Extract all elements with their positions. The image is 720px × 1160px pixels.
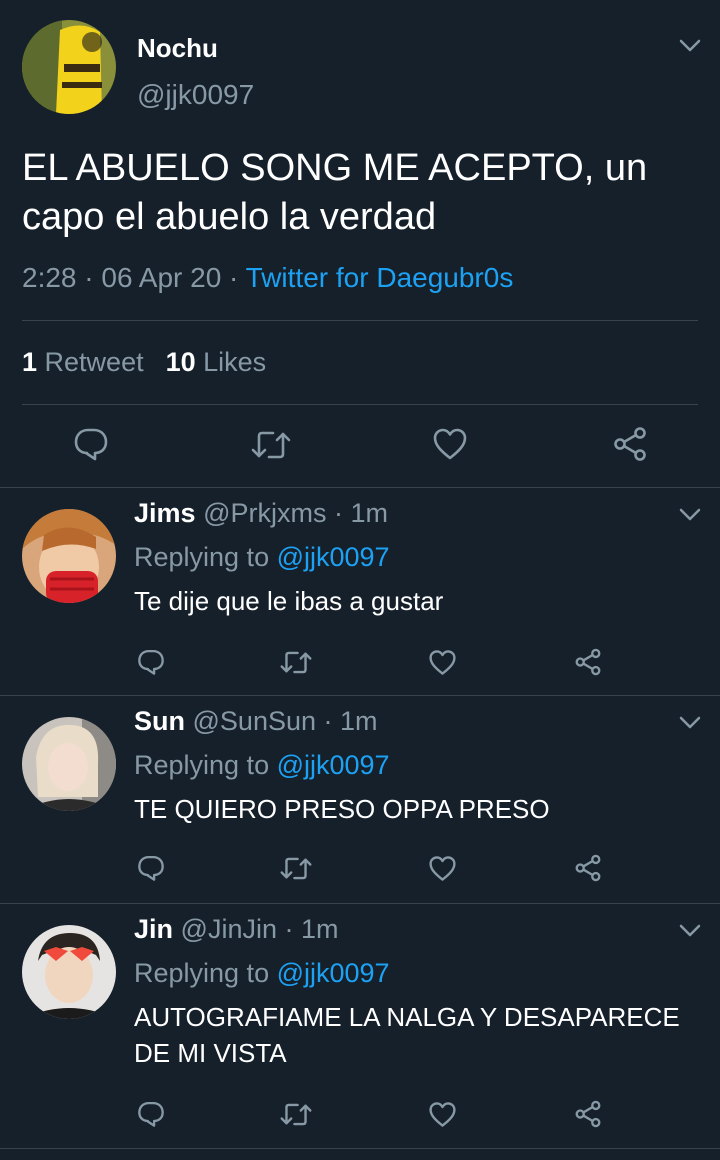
tweet-meta: 2:28 · 06 Apr 20 · Twitter for Daegubr0s bbox=[22, 262, 513, 294]
reply-author-name[interactable]: Sun bbox=[134, 706, 185, 736]
tweet-source-link[interactable]: Twitter for Daegubr0s bbox=[246, 262, 514, 293]
author-handle[interactable]: @jjk0097 bbox=[137, 79, 254, 111]
avatar[interactable] bbox=[22, 925, 116, 1019]
tweet-stats: 1 Retweet 10 Likes bbox=[22, 347, 266, 378]
reply-header: Jin @JinJin · 1m bbox=[134, 914, 339, 945]
tweet-text: EL ABUELO SONG ME ACEPTO, un capo el abu… bbox=[22, 147, 648, 238]
avatar-image bbox=[22, 925, 116, 1019]
reply-time: 1m bbox=[350, 498, 388, 528]
meta-separator: · bbox=[221, 262, 246, 293]
avatar-image bbox=[22, 20, 116, 114]
reply-time: 1m bbox=[340, 706, 378, 736]
divider bbox=[22, 320, 698, 321]
replying-to: Replying to @jjk0097 bbox=[134, 542, 390, 573]
replying-to: Replying to @jjk0097 bbox=[134, 750, 390, 781]
likes-count: 10 bbox=[165, 347, 196, 377]
retweets-stat[interactable]: 1 Retweet bbox=[22, 347, 144, 377]
share-icon[interactable] bbox=[574, 1100, 602, 1128]
share-icon[interactable] bbox=[574, 648, 602, 676]
replying-to-link[interactable]: @jjk0097 bbox=[277, 542, 390, 572]
reply-icon[interactable] bbox=[137, 1100, 165, 1128]
reply-author-name[interactable]: Jims bbox=[134, 498, 196, 528]
retweet-icon[interactable] bbox=[280, 649, 312, 676]
retweet-label: Retweet bbox=[37, 347, 144, 377]
reply-header: Sun @SunSun · 1m bbox=[134, 706, 378, 737]
retweet-icon[interactable] bbox=[280, 855, 312, 882]
like-icon[interactable] bbox=[428, 1101, 457, 1128]
replying-label: Replying to bbox=[134, 542, 277, 572]
retweet-icon[interactable] bbox=[280, 1101, 312, 1128]
share-icon[interactable] bbox=[612, 426, 648, 462]
like-icon[interactable] bbox=[432, 427, 468, 461]
meta-separator: · bbox=[316, 706, 341, 736]
like-icon[interactable] bbox=[428, 855, 457, 882]
tweet-date: 06 Apr 20 bbox=[101, 262, 222, 293]
meta-separator: · bbox=[326, 498, 351, 528]
meta-separator: · bbox=[76, 262, 102, 293]
chevron-down-icon[interactable] bbox=[679, 716, 701, 730]
meta-separator: · bbox=[276, 914, 301, 944]
divider bbox=[22, 404, 698, 405]
retweet-icon[interactable] bbox=[251, 428, 291, 462]
author-name[interactable]: Nochu bbox=[137, 33, 218, 64]
reply-author-name[interactable]: Jin bbox=[134, 914, 173, 944]
reply-tweet[interactable]: Jin @JinJin · 1m Replying to @jjk0097 AU… bbox=[0, 904, 720, 1149]
reply-icon[interactable] bbox=[137, 854, 165, 882]
reply-icon[interactable] bbox=[73, 426, 109, 462]
main-tweet: Nochu @jjk0097 EL ABUELO SONG ME ACEPTO,… bbox=[0, 0, 720, 488]
chevron-down-icon[interactable] bbox=[679, 39, 701, 53]
replying-to-link[interactable]: @jjk0097 bbox=[277, 750, 390, 780]
replying-to-link[interactable]: @jjk0097 bbox=[277, 958, 390, 988]
avatar-image bbox=[22, 717, 116, 811]
reply-text: AUTOGRAFIAME LA NALGA Y DESAPARECE DE MI… bbox=[134, 1002, 680, 1068]
reply-icon[interactable] bbox=[137, 648, 165, 676]
replying-label: Replying to bbox=[134, 958, 277, 988]
likes-label: Likes bbox=[195, 347, 267, 377]
share-icon[interactable] bbox=[574, 854, 602, 882]
avatar[interactable] bbox=[22, 20, 116, 114]
reply-tweet[interactable]: Jims @Prkjxms · 1m Replying to @jjk0097 … bbox=[0, 488, 720, 696]
chevron-down-icon[interactable] bbox=[679, 508, 701, 522]
reply-header: Jims @Prkjxms · 1m bbox=[134, 498, 388, 529]
likes-stat[interactable]: 10 Likes bbox=[166, 347, 267, 377]
reply-author-handle[interactable]: @Prkjxms bbox=[203, 498, 326, 528]
tweet-time: 2:28 bbox=[22, 262, 77, 293]
avatar-image bbox=[22, 509, 116, 603]
like-icon[interactable] bbox=[428, 649, 457, 676]
reply-time: 1m bbox=[300, 914, 339, 944]
chevron-down-icon[interactable] bbox=[679, 924, 701, 938]
reply-tweet[interactable]: Sun @SunSun · 1m Replying to @jjk0097 TE… bbox=[0, 696, 720, 904]
replying-label: Replying to bbox=[134, 750, 277, 780]
reply-author-handle[interactable]: @SunSun bbox=[193, 706, 317, 736]
avatar[interactable] bbox=[22, 509, 116, 603]
avatar[interactable] bbox=[22, 717, 116, 811]
reply-text: Te dije que le ibas a gustar bbox=[134, 586, 444, 616]
retweet-count: 1 bbox=[22, 347, 38, 377]
replying-to: Replying to @jjk0097 bbox=[134, 958, 390, 989]
reply-author-handle[interactable]: @JinJin bbox=[181, 914, 277, 944]
reply-text: TE QUIERO PRESO OPPA PRESO bbox=[134, 794, 550, 824]
